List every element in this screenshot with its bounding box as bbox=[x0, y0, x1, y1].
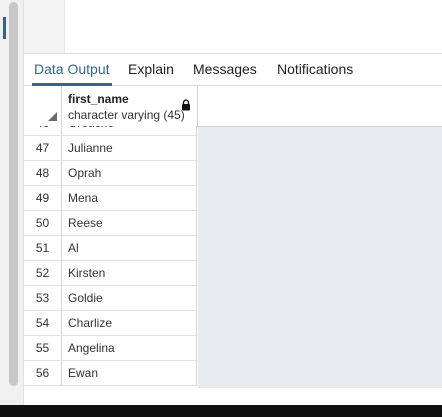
table-row[interactable]: 48 Oprah bbox=[24, 161, 198, 186]
row-number[interactable]: 52 bbox=[24, 261, 62, 285]
row-number[interactable]: 54 bbox=[24, 311, 62, 335]
sql-editor[interactable] bbox=[24, 0, 442, 53]
table-row[interactable]: 51 Al bbox=[24, 236, 198, 261]
scrollbar-thumb[interactable] bbox=[9, 2, 18, 386]
column-type: character varying (45) bbox=[68, 108, 185, 122]
grid-header-row: first_name character varying (45) bbox=[24, 86, 442, 127]
table-row[interactable]: 56 Ewan bbox=[24, 361, 198, 386]
cell-first-name[interactable]: Al bbox=[62, 236, 197, 260]
cell-first-name[interactable]: Mena bbox=[62, 186, 197, 210]
tab-data-output[interactable]: Data Output bbox=[32, 54, 112, 86]
table-row[interactable]: 50 Reese bbox=[24, 211, 198, 236]
row-number[interactable]: 49 bbox=[24, 186, 62, 210]
row-number[interactable]: 51 bbox=[24, 236, 62, 260]
results-tab-bar: Data Output Explain Messages Notificatio… bbox=[24, 54, 442, 86]
bottom-status-strip bbox=[0, 405, 442, 417]
cell-first-name[interactable]: Reese bbox=[62, 211, 197, 235]
row-number[interactable]: 48 bbox=[24, 161, 62, 185]
active-indicator bbox=[3, 17, 6, 39]
cell-first-name[interactable]: Groucho bbox=[62, 126, 197, 135]
data-output-grid: first_name character varying (45) 46Grou… bbox=[24, 86, 442, 388]
tab-notifications[interactable]: Notifications bbox=[275, 54, 355, 83]
cell-first-name[interactable]: Julianne bbox=[62, 136, 197, 160]
column-header-first-name[interactable]: first_name character varying (45) bbox=[62, 86, 198, 126]
cell-first-name[interactable]: Charlize bbox=[62, 311, 197, 335]
table-row[interactable]: 49 Mena bbox=[24, 186, 198, 211]
table-row[interactable]: 55 Angelina bbox=[24, 336, 198, 361]
table-row[interactable]: 52 Kirsten bbox=[24, 261, 198, 286]
lock-icon bbox=[182, 99, 190, 111]
tab-messages[interactable]: Messages bbox=[191, 54, 259, 83]
select-all-corner[interactable] bbox=[24, 86, 62, 126]
row-number[interactable]: 56 bbox=[24, 361, 62, 385]
cell-first-name[interactable]: Angelina bbox=[62, 336, 197, 360]
row-number[interactable]: 53 bbox=[24, 286, 62, 310]
column-name: first_name bbox=[68, 92, 129, 106]
grid-rows: 46Groucho47Julianne48Oprah49Mena50Reese5… bbox=[24, 126, 198, 388]
row-number[interactable]: 50 bbox=[24, 211, 62, 235]
query-tool-panel: Data Output Explain Messages Notificatio… bbox=[0, 0, 442, 417]
left-scrollbar[interactable] bbox=[0, 0, 24, 405]
table-row[interactable]: 47 Julianne bbox=[24, 136, 198, 161]
grid-bottom-area bbox=[24, 388, 442, 405]
cell-first-name[interactable]: Ewan bbox=[62, 361, 197, 385]
table-row[interactable]: 46Groucho bbox=[24, 126, 198, 136]
table-row[interactable]: 53 Goldie bbox=[24, 286, 198, 311]
corner-triangle-icon bbox=[48, 112, 57, 121]
cell-first-name[interactable]: Goldie bbox=[62, 286, 197, 310]
grid-empty-area bbox=[198, 126, 442, 388]
cell-first-name[interactable]: Kirsten bbox=[62, 261, 197, 285]
row-number[interactable]: 47 bbox=[24, 136, 62, 160]
tab-explain[interactable]: Explain bbox=[126, 54, 176, 83]
row-number[interactable]: 46 bbox=[24, 126, 62, 135]
cell-first-name[interactable]: Oprah bbox=[62, 161, 197, 185]
table-row[interactable]: 54 Charlize bbox=[24, 311, 198, 336]
grid-rows-inner: 46Groucho47Julianne48Oprah49Mena50Reese5… bbox=[24, 126, 198, 386]
row-number[interactable]: 55 bbox=[24, 336, 62, 360]
editor-line-gutter bbox=[24, 0, 65, 53]
